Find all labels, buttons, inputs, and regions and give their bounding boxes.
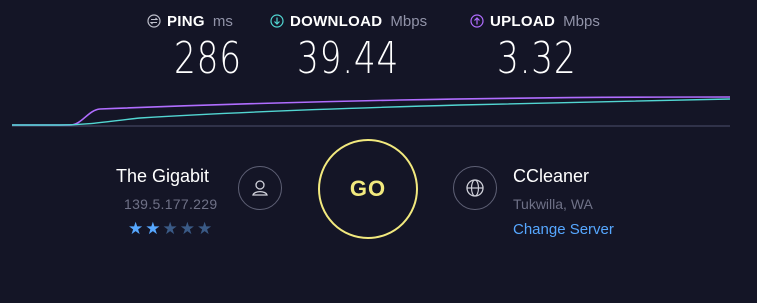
- star-icon[interactable]: ★: [197, 219, 212, 239]
- isp-ip: 139.5.177.229: [124, 196, 218, 212]
- user-icon: [252, 180, 268, 196]
- server-name: CCleaner: [513, 166, 590, 186]
- ping-unit: ms: [212, 12, 233, 30]
- go-button[interactable]: GO: [318, 139, 418, 239]
- isp-rating: ★ ★ ★ ★ ★: [128, 219, 212, 239]
- star-icon[interactable]: ★: [145, 219, 160, 239]
- upload-value: 3.32: [497, 33, 577, 84]
- download-arrow-icon: [270, 14, 284, 28]
- isp-name: The Gigabit: [116, 166, 210, 186]
- download-value: 39.44: [297, 33, 400, 84]
- download-metric: DOWNLOAD Mbps 39.44: [270, 10, 428, 84]
- ping-value: 286: [174, 33, 242, 84]
- upload-unit: Mbps: [563, 12, 600, 30]
- download-unit: Mbps: [390, 12, 428, 30]
- user-button[interactable]: [238, 166, 282, 210]
- ping-label: PING: [167, 12, 205, 30]
- server-globe-button[interactable]: [453, 166, 497, 210]
- download-graph-line: [12, 98, 731, 126]
- star-icon[interactable]: ★: [163, 219, 178, 239]
- ping-metric: PING ms 286: [147, 10, 261, 84]
- upload-label: UPLOAD: [490, 12, 556, 30]
- go-button-label: GO: [349, 176, 387, 201]
- change-server-link[interactable]: Change Server: [513, 221, 614, 238]
- server-location: Tukwilla, WA: [513, 196, 593, 212]
- star-icon[interactable]: ★: [128, 219, 143, 239]
- star-icon[interactable]: ★: [180, 219, 195, 239]
- upload-metric: UPLOAD Mbps 3.32: [470, 10, 600, 84]
- globe-icon: [466, 179, 484, 197]
- download-label: DOWNLOAD: [290, 12, 383, 30]
- ping-icon: [147, 14, 161, 28]
- upload-arrow-icon: [470, 14, 484, 28]
- speed-graph: [12, 96, 731, 127]
